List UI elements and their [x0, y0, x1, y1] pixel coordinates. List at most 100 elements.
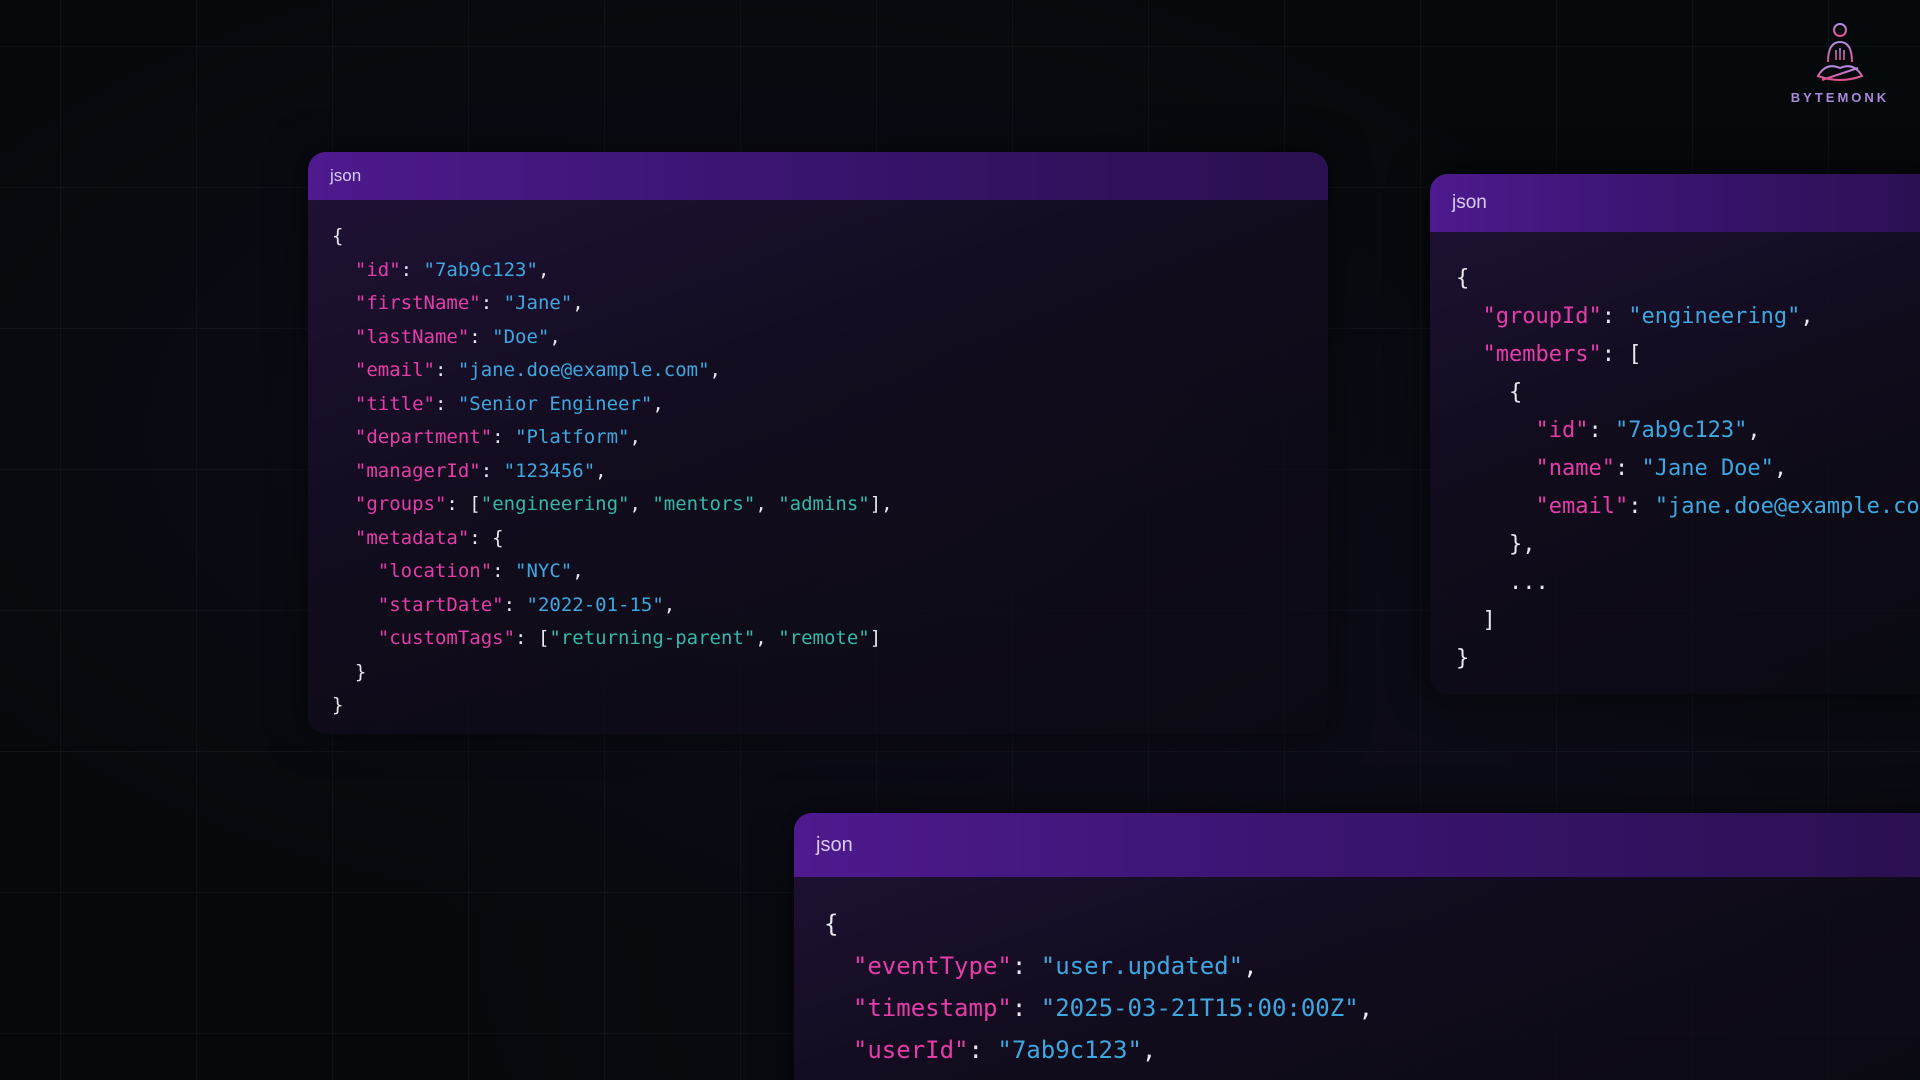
json-key: "id": [354, 258, 401, 281]
json-punctuation: :: [492, 426, 516, 448]
json-punctuation: ,: [1800, 304, 1814, 329]
json-key: "lastName": [354, 325, 470, 348]
json-string: "jane.doe@example.com": [457, 359, 710, 381]
json-key: "firstName": [354, 292, 481, 314]
json-punctuation: {: [1456, 266, 1470, 291]
code-block: { "id": "7ab9c123", "firstName": "Jane",…: [308, 200, 1328, 723]
json-punctuation: :: [1588, 418, 1615, 443]
json-punctuation: :: [434, 359, 458, 381]
json-string: "returning-parent": [549, 627, 756, 649]
code-line: {: [824, 903, 1920, 945]
code-line: }: [1456, 640, 1920, 678]
json-punctuation: :: [469, 325, 493, 348]
code-line: "userId": "7ab9c123",: [824, 1029, 1920, 1071]
group-json-panel: json { "groupId": "engineering", "member…: [1430, 174, 1920, 694]
json-punctuation: :: [492, 560, 516, 582]
json-punctuation: ,: [549, 325, 561, 348]
json-punctuation: ,: [537, 258, 550, 281]
code-line: "name": "Jane Doe",: [1456, 450, 1920, 488]
code-line: "managerId": "123456",: [332, 455, 1328, 489]
json-punctuation: ,: [1773, 456, 1788, 481]
json-punctuation: }: [332, 694, 344, 716]
panel-language-label: json: [1452, 192, 1487, 213]
json-punctuation: :: [480, 459, 504, 482]
code-line: "location": "NYC",: [332, 555, 1328, 589]
json-punctuation: {: [824, 910, 839, 938]
user-json-panel: json { "id": "7ab9c123", "firstName": "J…: [308, 152, 1328, 734]
json-punctuation: :: [1628, 494, 1655, 519]
json-string: "jane.doe@example.com": [1654, 494, 1920, 519]
json-punctuation: ,: [572, 560, 584, 582]
json-punctuation: ,: [755, 493, 779, 515]
brand-name: BYTEMONK: [1790, 90, 1890, 105]
json-punctuation: ]: [1482, 608, 1496, 633]
json-string: "123456": [503, 459, 596, 482]
code-line: "timestamp": "2025-03-21T15:00:00Z",: [824, 987, 1920, 1029]
json-punctuation: {: [492, 526, 504, 549]
json-punctuation: ,: [755, 627, 779, 649]
json-punctuation: :: [469, 526, 493, 549]
json-punctuation: [: [469, 493, 481, 515]
json-punctuation: ,: [1358, 994, 1374, 1022]
json-string: "7ab9c123": [423, 258, 538, 281]
json-punctuation: ]: [869, 627, 882, 649]
json-string: "remote": [778, 627, 870, 649]
json-key: "startDate": [377, 593, 504, 616]
code-line: {: [1456, 374, 1920, 412]
json-key: "location": [377, 560, 493, 582]
panel-header: json: [794, 813, 1920, 877]
json-punctuation: :: [1011, 994, 1041, 1022]
code-line: ...: [1456, 564, 1920, 602]
code-line: "title": "Senior Engineer",: [332, 388, 1328, 422]
json-string: "admins": [778, 493, 870, 515]
code-line: "firstName": "Jane",: [332, 287, 1328, 321]
json-punctuation: :: [1601, 304, 1629, 329]
json-punctuation: ,: [1747, 418, 1761, 443]
code-line: {: [332, 220, 1328, 254]
json-punctuation: }: [354, 660, 367, 683]
json-key: "eventType": [852, 952, 1012, 980]
event-json-panel: json { "eventType": "user.updated", "tim…: [794, 813, 1920, 1080]
json-punctuation: [: [1628, 342, 1642, 367]
code-line: "groups": ["engineering", "mentors", "ad…: [332, 488, 1328, 522]
panel-language-label: json: [816, 833, 853, 856]
json-string: "Jane": [503, 292, 573, 314]
json-punctuation: ,: [1243, 952, 1258, 980]
json-punctuation: :: [446, 493, 470, 515]
json-punctuation: ,: [629, 426, 641, 448]
json-key: "timestamp": [852, 994, 1012, 1022]
json-punctuation: :: [1011, 952, 1041, 980]
json-punctuation: :: [1614, 456, 1642, 481]
code-line: "customTags": ["returning-parent", "remo…: [332, 622, 1328, 656]
code-line: "department": "Platform",: [332, 421, 1328, 455]
json-string: "2025-03-21T15:00:00Z": [1040, 994, 1359, 1022]
code-line: ]: [1456, 602, 1920, 640]
json-punctuation: ,: [572, 292, 584, 314]
json-punctuation: :: [434, 392, 458, 415]
code-line: "metadata": {: [332, 522, 1328, 556]
monk-meditating-icon: [1816, 23, 1864, 81]
code-line: "id": "7ab9c123",: [332, 254, 1328, 288]
json-key: "id": [1535, 418, 1589, 443]
json-key: "email": [354, 359, 435, 381]
json-punctuation: :: [400, 258, 424, 281]
json-punctuation: ,: [595, 459, 607, 482]
json-punctuation: ],: [869, 493, 893, 515]
code-line: "id": "7ab9c123",: [1456, 412, 1920, 450]
code-line: "email": "jane.doe@example.com",: [332, 354, 1328, 388]
json-key: "metadata": [354, 526, 470, 549]
json-string: "NYC": [515, 560, 573, 582]
code-block: { "groupId": "engineering", "members": […: [1430, 232, 1920, 678]
code-line: {: [1456, 260, 1920, 298]
json-punctuation: {: [1508, 380, 1523, 405]
json-key: "groups": [354, 493, 447, 515]
json-string: "Jane Doe": [1641, 456, 1774, 481]
code-block: { "eventType": "user.updated", "timestam…: [794, 877, 1920, 1071]
code-line: },: [1456, 526, 1920, 564]
code-line: "lastName": "Doe",: [332, 321, 1328, 355]
code-line: "members": [: [1456, 336, 1920, 374]
json-string: "7ab9c123": [997, 1036, 1142, 1064]
json-key: "userId": [852, 1036, 969, 1064]
json-punctuation: :: [1601, 342, 1629, 367]
json-string: "Platform": [515, 426, 630, 448]
